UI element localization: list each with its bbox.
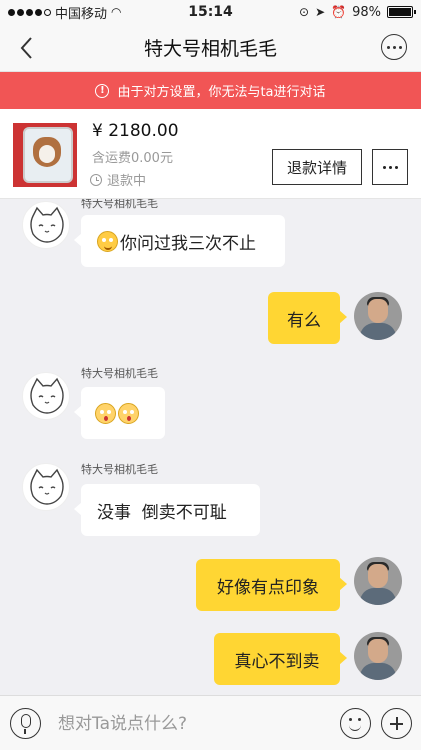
signal-icon — [8, 8, 51, 16]
message-bubble[interactable]: 有么 — [268, 292, 347, 344]
nav-bar: 特大号相机毛毛 — [0, 24, 421, 72]
product-card[interactable]: ¥ 2180.00 含运费0.00元 退款中 退款详情 — [0, 109, 421, 199]
status-right: ⊙ ➤ ⏰ 98% — [299, 4, 416, 20]
warning-text: 由于对方设置，你无法与ta进行对话 — [117, 85, 326, 100]
smiley-icon[interactable] — [340, 708, 371, 739]
refund-details-button[interactable]: 退款详情 — [272, 149, 362, 185]
input-bar — [0, 695, 421, 750]
back-button[interactable] — [14, 34, 42, 62]
message-text: 有么 — [287, 310, 321, 331]
location-icon: ➤ — [315, 5, 326, 19]
carrier-label: 中国移动 — [55, 6, 108, 22]
battery-icon — [387, 6, 416, 18]
shocked-emoji-icon — [118, 402, 139, 424]
wifi-icon: ◠ — [111, 5, 122, 19]
message-input[interactable] — [58, 710, 328, 738]
avatar[interactable] — [22, 463, 70, 511]
message-bubble[interactable]: 你问过我三次不止 — [74, 215, 285, 267]
plus-icon[interactable] — [381, 708, 412, 739]
message-text: 真心不到卖 — [234, 651, 320, 672]
refund-status-text: 退款中 — [107, 174, 147, 189]
status-time: 15:14 — [188, 4, 233, 20]
message-text: 好像有点印象 — [217, 577, 319, 598]
avatar[interactable] — [22, 201, 70, 249]
avatar[interactable] — [354, 632, 402, 680]
product-price: ¥ 2180.00 — [92, 121, 179, 141]
refund-status: 退款中 — [90, 170, 146, 189]
clock-icon — [90, 173, 102, 186]
message-bubble[interactable]: 好像有点印象 — [196, 559, 347, 611]
product-more-button[interactable] — [372, 149, 408, 185]
chevron-left-icon — [20, 37, 32, 59]
more-icon — [382, 165, 386, 169]
shipping-fee: 含运费0.00元 — [92, 151, 173, 166]
page-title: 特大号相机毛毛 — [143, 38, 277, 60]
status-left: 中国移动 ◠ — [8, 3, 122, 22]
message-text: 你问过我三次不止 — [120, 233, 256, 254]
warning-banner: ! 由于对方设置，你无法与ta进行对话 — [0, 72, 421, 109]
avatar[interactable] — [22, 372, 70, 420]
message-text: 没事 倒卖不可耻 — [97, 502, 227, 523]
info-icon: ! — [95, 83, 110, 98]
message-bubble[interactable]: 真心不到卖 — [214, 633, 347, 685]
battery-percent: 98% — [352, 4, 381, 20]
product-thumbnail[interactable] — [13, 123, 77, 187]
microphone-icon[interactable] — [10, 708, 41, 739]
cat-icon — [30, 377, 64, 414]
smile-emoji-icon — [97, 230, 118, 252]
message-bubble[interactable] — [74, 387, 165, 439]
avatar[interactable] — [354, 292, 402, 340]
more-options-button[interactable] — [381, 34, 407, 60]
alarm-icon: ⏰ — [331, 5, 347, 19]
chat-area[interactable]: 特大号相机毛毛 你问过我三次不止 有么 特大号相机毛毛 特大号相机毛毛 没事 倒… — [0, 199, 421, 695]
shocked-emoji-icon — [95, 402, 116, 424]
cat-icon — [30, 468, 64, 505]
sender-name: 特大号相机毛毛 — [81, 463, 158, 476]
status-bar: 中国移动 ◠ 15:14 ⊙ ➤ ⏰ 98% — [0, 0, 421, 24]
sender-name: 特大号相机毛毛 — [81, 367, 158, 380]
rotation-lock-icon: ⊙ — [299, 5, 310, 19]
avatar[interactable] — [354, 557, 402, 605]
sender-name: 特大号相机毛毛 — [81, 199, 158, 210]
message-bubble[interactable]: 没事 倒卖不可耻 — [74, 484, 260, 536]
more-circle-icon — [386, 45, 390, 49]
cat-icon — [30, 206, 64, 243]
